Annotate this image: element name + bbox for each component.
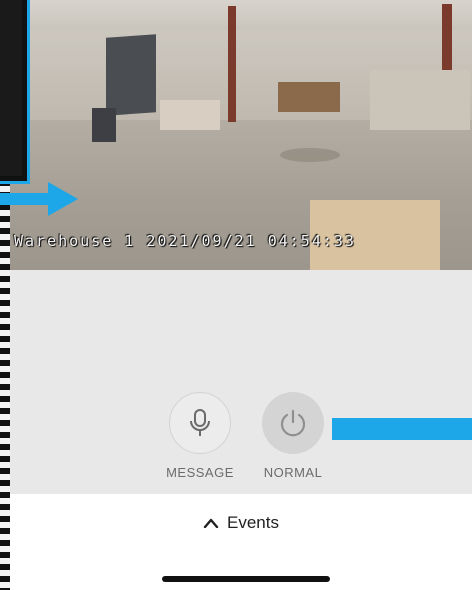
pointer-bar — [332, 418, 472, 440]
camera-timestamp-overlay: Warehouse 1 2021/09/21 04:54:33 — [14, 232, 356, 250]
normal-control[interactable]: NORMAL — [253, 392, 333, 480]
highlight-frame-fill — [0, 0, 22, 176]
events-label: Events — [227, 513, 279, 532]
home-indicator[interactable] — [162, 576, 330, 582]
feed-clutter — [160, 100, 220, 130]
chevron-up-icon — [203, 518, 219, 528]
normal-label: NORMAL — [263, 465, 323, 480]
message-button[interactable] — [169, 392, 231, 454]
message-control[interactable]: MESSAGE — [160, 392, 240, 480]
feed-storage — [370, 70, 470, 130]
pointer-arrow-icon — [0, 182, 78, 216]
microphone-icon — [190, 409, 210, 436]
feed-shelf — [278, 82, 340, 112]
power-icon — [280, 409, 306, 437]
feed-bin — [92, 108, 116, 142]
controls-panel: MESSAGE NORMAL — [10, 270, 472, 494]
message-label: MESSAGE — [166, 465, 234, 480]
bottom-bar — [10, 552, 472, 590]
highlight-frame — [0, 0, 30, 184]
feed-pillar — [228, 6, 236, 122]
feed-floor-stain — [280, 148, 340, 162]
feed-door — [106, 34, 156, 116]
camera-feed[interactable]: Warehouse 1 2021/09/21 04:54:33 — [10, 0, 472, 270]
normal-button[interactable] — [262, 392, 324, 454]
events-toggle[interactable]: Events — [10, 494, 472, 552]
